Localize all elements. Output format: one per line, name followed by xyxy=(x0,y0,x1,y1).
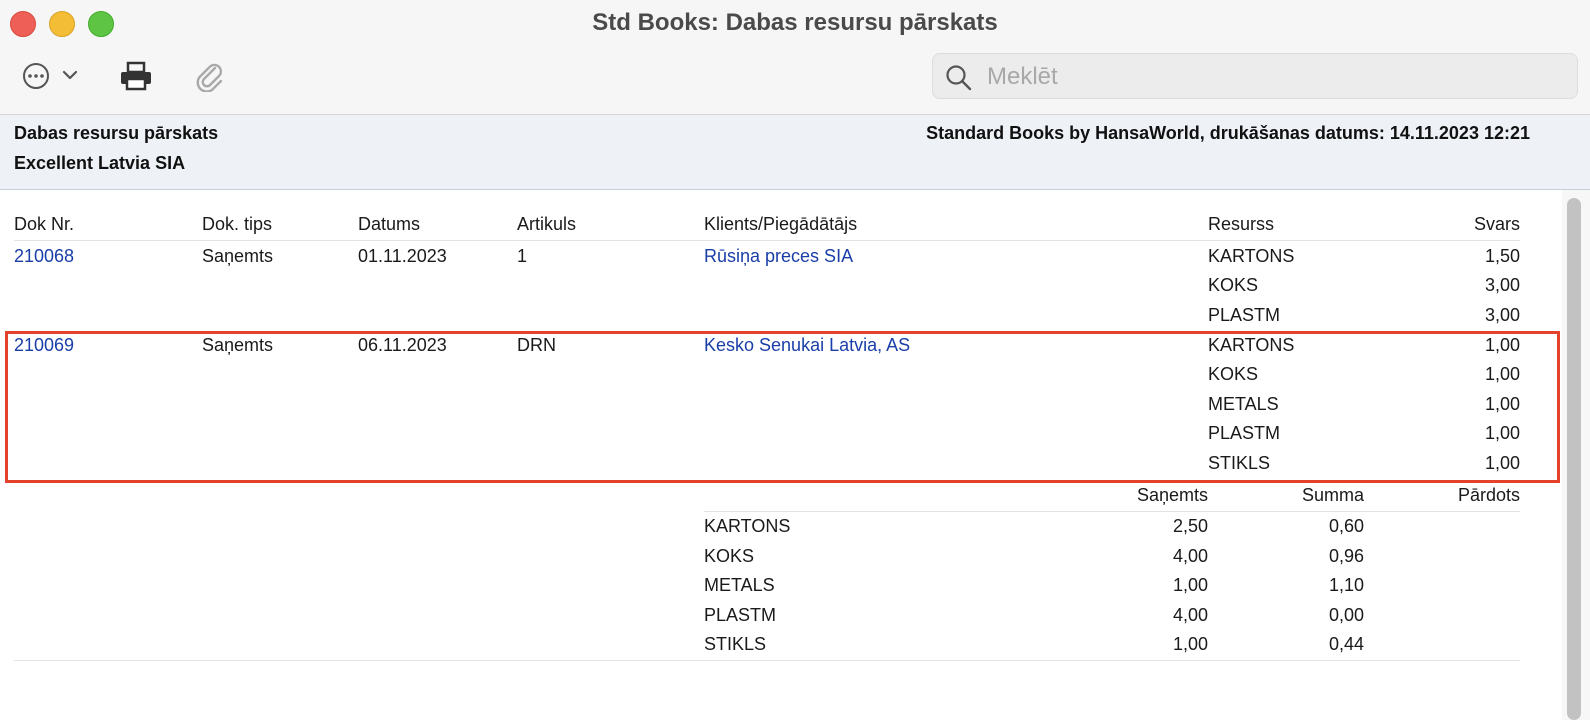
summary-received: 1,00 xyxy=(1172,575,1208,595)
resource-name: STIKLS xyxy=(1208,453,1271,473)
client-link[interactable]: Rūsiņa preces SIA xyxy=(704,245,853,267)
resource-weight: 1,00 xyxy=(1484,364,1520,384)
paperclip-icon xyxy=(196,63,223,92)
resource-weight: 1,00 xyxy=(1484,423,1520,443)
chevron-down-icon xyxy=(62,70,78,80)
resource-name: PLASTM xyxy=(1208,305,1281,325)
resource-weight: 1,00 xyxy=(1484,335,1520,355)
summary-received: 2,50 xyxy=(1172,516,1208,536)
search-icon xyxy=(946,65,972,91)
scrollbar-thumb[interactable] xyxy=(1567,198,1581,720)
doc-nr-link[interactable]: 210069 xyxy=(14,334,74,356)
summary-sum: 1,10 xyxy=(1328,575,1364,595)
attach-button[interactable] xyxy=(190,58,230,94)
resource-weight: 3,00 xyxy=(1484,305,1520,325)
summary-received: 4,00 xyxy=(1172,546,1208,566)
resource-weight: 1,50 xyxy=(1484,246,1520,266)
summary-received: 4,00 xyxy=(1172,605,1208,625)
header-divider xyxy=(14,240,1520,241)
summary-resource: STIKLS xyxy=(704,634,767,654)
doc-nr-link[interactable]: 210068 xyxy=(14,245,74,267)
printer-icon xyxy=(121,61,151,91)
summary-sum: 0,44 xyxy=(1328,634,1364,654)
summary-sum: 0,60 xyxy=(1328,516,1364,536)
search-input[interactable] xyxy=(985,60,1549,94)
report-end-divider xyxy=(14,660,1520,661)
doc-item: 1 xyxy=(517,246,528,266)
resource-weight: 3,00 xyxy=(1484,275,1520,295)
client-link[interactable]: Kesko Senukai Latvia, AS xyxy=(704,334,910,356)
window-title: Std Books: Dabas resursu pārskats xyxy=(592,9,998,36)
summary-resource: METALS xyxy=(704,575,775,595)
print-info: Standard Books by HansaWorld, drukāšanas… xyxy=(926,123,1530,143)
report-header: Dabas resursu pārskats Excellent Latvia … xyxy=(0,115,1590,190)
resource-name: KARTONS xyxy=(1208,335,1295,355)
summary-header-sum: Summa xyxy=(1301,485,1364,505)
resource-weight: 1,00 xyxy=(1484,394,1520,414)
more-actions-button[interactable] xyxy=(20,58,82,94)
resource-name: KOKS xyxy=(1208,364,1259,384)
company-name: Excellent Latvia SIA xyxy=(14,153,186,173)
summary-resource: PLASTM xyxy=(704,605,777,625)
resource-name: KOKS xyxy=(1208,275,1259,295)
summary-resource: KARTONS xyxy=(704,516,791,536)
resource-name: PLASTM xyxy=(1208,423,1281,443)
column-header-client: Klients/Piegādātājs xyxy=(704,214,858,234)
report-title: Dabas resursu pārskats xyxy=(14,123,219,143)
summary-header-received: Saņemts xyxy=(1136,485,1208,505)
column-header-weight: Svars xyxy=(1473,214,1520,234)
doc-type: Saņemts xyxy=(202,335,274,355)
search-field[interactable] xyxy=(932,53,1578,99)
print-button[interactable] xyxy=(116,58,156,94)
summary-sum: 0,96 xyxy=(1328,546,1364,566)
resource-weight: 1,00 xyxy=(1484,453,1520,473)
resource-name: METALS xyxy=(1208,394,1279,414)
summary-sum: 0,00 xyxy=(1328,605,1364,625)
column-header-date: Datums xyxy=(358,214,421,234)
ellipsis-circle-icon xyxy=(23,63,78,89)
summary-divider xyxy=(704,511,1520,512)
column-header-doc-nr: Dok Nr. xyxy=(14,214,75,234)
summary-header-sold: Pārdots xyxy=(1457,485,1520,505)
summary-received: 1,00 xyxy=(1172,634,1208,654)
resource-name: KARTONS xyxy=(1208,246,1295,266)
summary-resource: KOKS xyxy=(704,546,755,566)
doc-date: 06.11.2023 xyxy=(358,335,447,355)
window-titlebar: Std Books: Dabas resursu pārskats xyxy=(0,0,1590,115)
doc-type: Saņemts xyxy=(202,246,274,266)
column-header-doc-type: Dok. tips xyxy=(202,214,273,234)
doc-item: DRN xyxy=(517,335,556,355)
column-header-resource: Resurss xyxy=(1208,214,1275,234)
doc-date: 01.11.2023 xyxy=(358,246,447,266)
column-header-item: Artikuls xyxy=(517,214,577,234)
